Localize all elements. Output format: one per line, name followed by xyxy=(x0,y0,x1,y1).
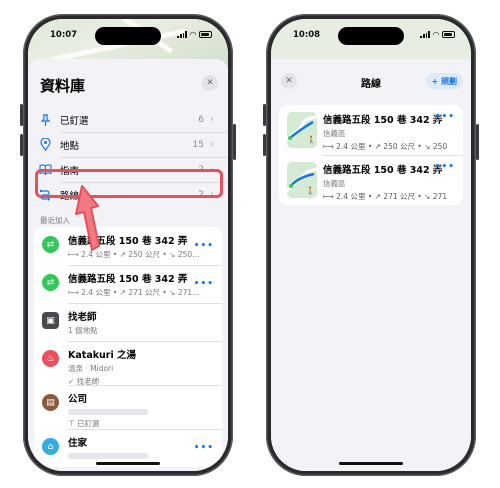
item-subtitle: 溫泉 · Midori xyxy=(68,364,114,373)
svg-text:🚶: 🚶 xyxy=(307,135,316,144)
item-address-redacted xyxy=(68,451,214,460)
home-indicator xyxy=(96,461,160,465)
route-item[interactable]: 🚶 信義路五段 150 巷 342 弄 信義區 ⟼ 2.4 公里 • ↗ 250… xyxy=(279,105,463,155)
route-item[interactable]: 🚶 信義路五段 150 巷 342 弄 信義區 ⟼ 2.4 公里 • ↗ 271… xyxy=(279,155,463,205)
home-indicator xyxy=(339,461,403,465)
battery-icon xyxy=(199,31,212,38)
cellular-signal-icon xyxy=(420,31,430,38)
left-screen: 10:07 ◠ 資料庫 ✕ 已釘選 6 › 地點 15 › 指南 2 › 路線 … xyxy=(28,19,228,471)
more-icon[interactable]: ••• xyxy=(194,279,214,289)
category-pinned[interactable]: 已釘選 6 › xyxy=(28,107,228,132)
item-title: 信義路五段 150 巷 342 弄 xyxy=(68,236,188,247)
route-icon: ⇄ xyxy=(42,236,59,253)
list-item[interactable]: ⇄ 信義路五段 150 巷 342 弄 ⟼ 2.4 公里 • ↗ 271 公尺 … xyxy=(34,265,222,303)
volume-up-button xyxy=(20,104,23,126)
item-title: 信義路五段 150 巷 342 弄 xyxy=(68,274,188,285)
category-places[interactable]: 地點 15 › xyxy=(28,132,228,157)
volume-down-button xyxy=(20,134,23,156)
list-item[interactable]: ♨ Katakuri 之湯 溫泉 · Midori ✓ 找老師 xyxy=(34,341,222,386)
wifi-icon: ◠ xyxy=(189,30,196,39)
power-button xyxy=(233,124,236,160)
volume-down-button xyxy=(263,134,266,156)
more-icon[interactable]: ••• xyxy=(194,241,214,251)
item-subtitle: 1 個地點 xyxy=(68,326,98,335)
route-icon: ⇄ xyxy=(42,274,59,291)
hot-spring-icon: ♨ xyxy=(42,350,59,367)
comparison-stage: 10:07 ◠ 資料庫 ✕ 已釘選 6 › 地點 15 › 指南 2 › 路線 … xyxy=(0,0,500,488)
route-district: 信義區 xyxy=(323,179,346,188)
svg-text:🚶: 🚶 xyxy=(306,186,315,195)
pin-icon: ⊤ xyxy=(68,419,75,428)
routes-sheet: ✕ 路線 + 規劃 🚶 信義路五段 150 巷 342 弄 信義區 ⟼ 2.4 … xyxy=(271,59,471,471)
category-label: 地點 xyxy=(60,140,80,152)
guide-thumbnail-icon: ▣ xyxy=(42,312,59,329)
cellular-signal-icon xyxy=(177,31,187,38)
library-title: 資料庫 xyxy=(40,77,86,95)
chevron-right-icon: › xyxy=(210,139,214,150)
more-icon[interactable]: ••• xyxy=(435,112,455,122)
volume-up-button xyxy=(263,104,266,126)
right-phone-frame: 10:08 ◠ ✕ 路線 + 規劃 🚶 信義路五段 150 巷 342 弄 信義… xyxy=(263,14,479,476)
route-district: 信義區 xyxy=(323,129,346,138)
chevron-right-icon: › xyxy=(210,114,214,125)
item-title: 公司 xyxy=(68,394,88,405)
dynamic-island xyxy=(338,27,404,45)
close-icon: ✕ xyxy=(206,78,214,88)
list-item[interactable]: ⇄ 信義路五段 150 巷 342 弄 ⟼ 2.4 公里 • ↗ 250 公尺 … xyxy=(34,227,222,265)
library-sheet: 資料庫 ✕ 已釘選 6 › 地點 15 › 指南 2 › 路線 2 › 最近加入… xyxy=(28,59,228,471)
power-button xyxy=(476,124,479,160)
left-phone-frame: 10:07 ◠ 資料庫 ✕ 已釘選 6 › 地點 15 › 指南 2 › 路線 … xyxy=(20,14,236,476)
pin-icon xyxy=(38,113,52,127)
battery-icon xyxy=(442,31,455,38)
item-title: 找老師 xyxy=(68,312,97,323)
plan-route-button[interactable]: + 規劃 xyxy=(425,73,463,89)
more-icon[interactable]: ••• xyxy=(435,162,455,172)
category-count: 15 xyxy=(192,139,204,150)
location-pin-icon xyxy=(38,138,52,152)
item-pinned-label: 已釘選 xyxy=(76,419,100,428)
list-item[interactable]: ▤ 公司 ⊤ 已釘選 xyxy=(34,385,222,429)
category-count: 6 xyxy=(198,114,204,125)
item-title: 住家 xyxy=(68,438,88,449)
routes-highlight-box xyxy=(35,169,223,198)
item-subtitle: ⟼ 2.4 公里 • ↗ 250 公尺 • ↘ 250... xyxy=(68,250,200,259)
route-map-thumbnail: 🚶 xyxy=(287,162,317,198)
close-button[interactable]: ✕ xyxy=(202,75,218,91)
item-address-redacted xyxy=(68,407,214,416)
status-time: 10:08 xyxy=(293,30,321,40)
item-pinned-status: ⊤ 已釘選 xyxy=(68,418,214,429)
recent-section-label: 最近加入 xyxy=(40,216,70,225)
status-time: 10:07 xyxy=(50,30,78,40)
category-label: 已釘選 xyxy=(60,115,89,127)
recent-list: ⇄ 信義路五段 150 巷 342 弄 ⟼ 2.4 公里 • ↗ 250 公尺 … xyxy=(34,227,222,467)
item-subtitle: ⟼ 2.4 公里 • ↗ 271 公尺 • ↘ 271... xyxy=(68,288,200,297)
dynamic-island xyxy=(95,27,161,45)
route-map-thumbnail: 🚶 xyxy=(287,112,317,148)
briefcase-icon: ▤ xyxy=(42,394,59,411)
right-screen: 10:08 ◠ ✕ 路線 + 規劃 🚶 信義路五段 150 巷 342 弄 信義… xyxy=(271,19,471,471)
list-item[interactable]: ▣ 找老師 1 個地點 xyxy=(34,303,222,341)
item-title: Katakuri 之湯 xyxy=(68,350,137,361)
routes-list: 🚶 信義路五段 150 巷 342 弄 信義區 ⟼ 2.4 公里 • ↗ 250… xyxy=(279,105,463,205)
wifi-icon: ◠ xyxy=(432,30,439,39)
route-stats: ⟼ 2.4 公里 • ↗ 250 公尺 • ↘ 250 xyxy=(323,142,448,151)
more-icon[interactable]: ••• xyxy=(194,443,214,453)
home-icon: ⌂ xyxy=(42,438,59,455)
route-stats: ⟼ 2.4 公里 • ↗ 271 公尺 • ↘ 271 xyxy=(323,192,448,201)
